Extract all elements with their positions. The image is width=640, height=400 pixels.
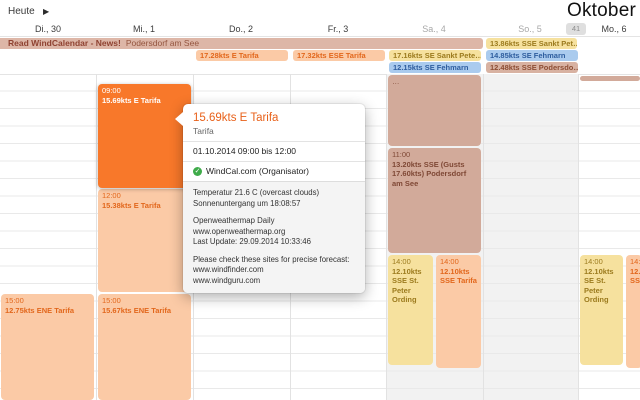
popover-datetime: 01.10.2014 09:00 bis 12:00 bbox=[193, 146, 297, 156]
event-time: 14:00 bbox=[440, 257, 459, 266]
event-mi-15[interactable]: 15:00 15.67kts ENE Tarifa bbox=[98, 294, 191, 400]
note-line: www.windfinder.com bbox=[193, 265, 264, 274]
event-title: 15.69kts E Tarifa bbox=[102, 95, 161, 105]
allday-pill[interactable]: 14.85kts SE Fehmarn bbox=[486, 50, 578, 61]
news-banner-title: Read WindCalendar - News! bbox=[8, 38, 121, 48]
event-time: 14:00 bbox=[584, 257, 603, 266]
calendar-app: Heute ▶ Oktober Di., 30 Mi., 1 Do., 2 Fr… bbox=[0, 0, 640, 400]
event-title: 15.38kts E Tarifa bbox=[102, 200, 161, 210]
event-time: 14:00 bbox=[392, 257, 411, 266]
note-line: Please check these sites for precise for… bbox=[193, 254, 350, 264]
event-time: 15:00 bbox=[102, 296, 121, 305]
event-sa-11[interactable]: 11:00 13.20kts SSE (Gusts 17.60kts) Pode… bbox=[388, 148, 481, 253]
week-number-badge: 41 bbox=[566, 23, 586, 35]
event-di-15[interactable]: 15:00 12.75kts ENE Tarifa bbox=[1, 294, 94, 400]
event-time: 14:00 bbox=[630, 257, 640, 266]
popover-event-title: 15.69kts E Tarifa bbox=[193, 112, 279, 124]
allday-news-banner[interactable]: Read WindCalendar - News! Podersdorf am S… bbox=[0, 38, 483, 49]
event-title: 15.67kts ENE Tarifa bbox=[102, 305, 172, 315]
day-header-mi[interactable]: Mi., 1 bbox=[112, 24, 176, 34]
event-title: 12.10kts SSE St. Peter Ording bbox=[392, 266, 422, 305]
note-line: www.windguru.com bbox=[193, 275, 261, 285]
event-mo-14-clipped[interactable]: 14:00 12.10kts SS bbox=[626, 255, 640, 368]
popover-organizer: WindCal.com (Organisator) bbox=[206, 166, 309, 176]
event-sa-clipped[interactable]: … bbox=[388, 75, 481, 146]
event-mo-clipped-strip[interactable] bbox=[580, 76, 640, 81]
note-line: Openweathermap Daily bbox=[193, 216, 275, 225]
organizer-check-icon: ✓ bbox=[193, 167, 202, 176]
event-time: 09:00 bbox=[102, 86, 121, 95]
column-separator bbox=[578, 74, 579, 400]
event-detail-popover: 15.69kts E Tarifa Tarifa 01.10.2014 09:0… bbox=[175, 104, 365, 293]
event-title: 13.20kts SSE (Gusts 17.60kts) Podersdorf… bbox=[392, 159, 467, 188]
note-gap bbox=[193, 209, 355, 216]
event-sa-14-stpeter[interactable]: 14:00 12.10kts SSE St. Peter Ording bbox=[388, 255, 433, 365]
event-title: 12.75kts ENE Tarifa bbox=[5, 305, 75, 315]
day-header-do[interactable]: Do., 2 bbox=[209, 24, 273, 34]
allday-pill[interactable]: 17.32kts ESE Tarifa bbox=[293, 50, 385, 61]
popover-notes: Temperatur 21.6 C (overcast clouds) Sonn… bbox=[183, 181, 365, 293]
event-time: 11:00 bbox=[392, 150, 411, 159]
day-header-fr[interactable]: Fr., 3 bbox=[306, 24, 370, 34]
event-title: 12.10kts SSE Tarifa bbox=[440, 266, 477, 286]
event-mo-14-stpeter[interactable]: 14:00 12.10kts SE St. Peter Ording bbox=[580, 255, 623, 365]
event-mi-09-selected[interactable]: 09:00 15.69kts E Tarifa bbox=[98, 84, 191, 188]
allday-pill[interactable]: 17.28kts E Tarifa bbox=[196, 50, 288, 61]
event-time: 12:00 bbox=[102, 191, 121, 200]
note-line: Sonnenuntergang um 18:08:57 bbox=[193, 198, 301, 208]
allday-pill[interactable]: 12.48kts SSE Podersdo… bbox=[486, 62, 578, 73]
forward-arrow-icon[interactable]: ▶ bbox=[43, 7, 49, 16]
popover-event-location: Tarifa bbox=[193, 126, 214, 136]
event-title: 12.10kts SS bbox=[630, 266, 640, 286]
header-divider bbox=[0, 36, 640, 37]
allday-pill[interactable]: 13.86kts SSE Sankt Pet… bbox=[486, 38, 577, 49]
month-title: Oktober bbox=[567, 0, 636, 21]
note-line: Temperatur 21.6 C (overcast clouds) bbox=[193, 188, 320, 197]
day-header-sa[interactable]: Sa., 4 bbox=[402, 24, 466, 34]
popover-organizer-row: ✓ WindCal.com (Organisator) bbox=[183, 162, 365, 181]
news-banner-location: Podersdorf am See bbox=[125, 38, 200, 48]
note-line: Last Update: 29.09.2014 10:33:46 bbox=[193, 237, 311, 246]
day-header-so[interactable]: So., 5 bbox=[498, 24, 562, 34]
today-button[interactable]: Heute bbox=[8, 6, 35, 17]
event-sa-14-tarifa[interactable]: 14:00 12.10kts SSE Tarifa bbox=[436, 255, 481, 368]
event-title: … bbox=[392, 77, 400, 86]
column-separator bbox=[386, 74, 387, 400]
day-header-di[interactable]: Di., 30 bbox=[16, 24, 80, 34]
note-line: www.openweathermap.org bbox=[193, 226, 286, 236]
allday-pill[interactable]: 12.15kts SE Fehmarn bbox=[389, 62, 481, 73]
day-header-mo[interactable]: Mo., 6 bbox=[582, 24, 640, 34]
column-separator bbox=[483, 74, 484, 400]
column-separator bbox=[96, 74, 97, 400]
event-time: 15:00 bbox=[5, 296, 24, 305]
allday-pill[interactable]: 17.16kts SE Sankt Pete… bbox=[389, 50, 481, 61]
note-gap bbox=[193, 248, 355, 255]
event-mi-12[interactable]: 12:00 15.38kts E Tarifa bbox=[98, 189, 191, 292]
event-title: 12.10kts SE St. Peter Ording bbox=[584, 266, 614, 305]
popover-arrow bbox=[175, 112, 183, 126]
